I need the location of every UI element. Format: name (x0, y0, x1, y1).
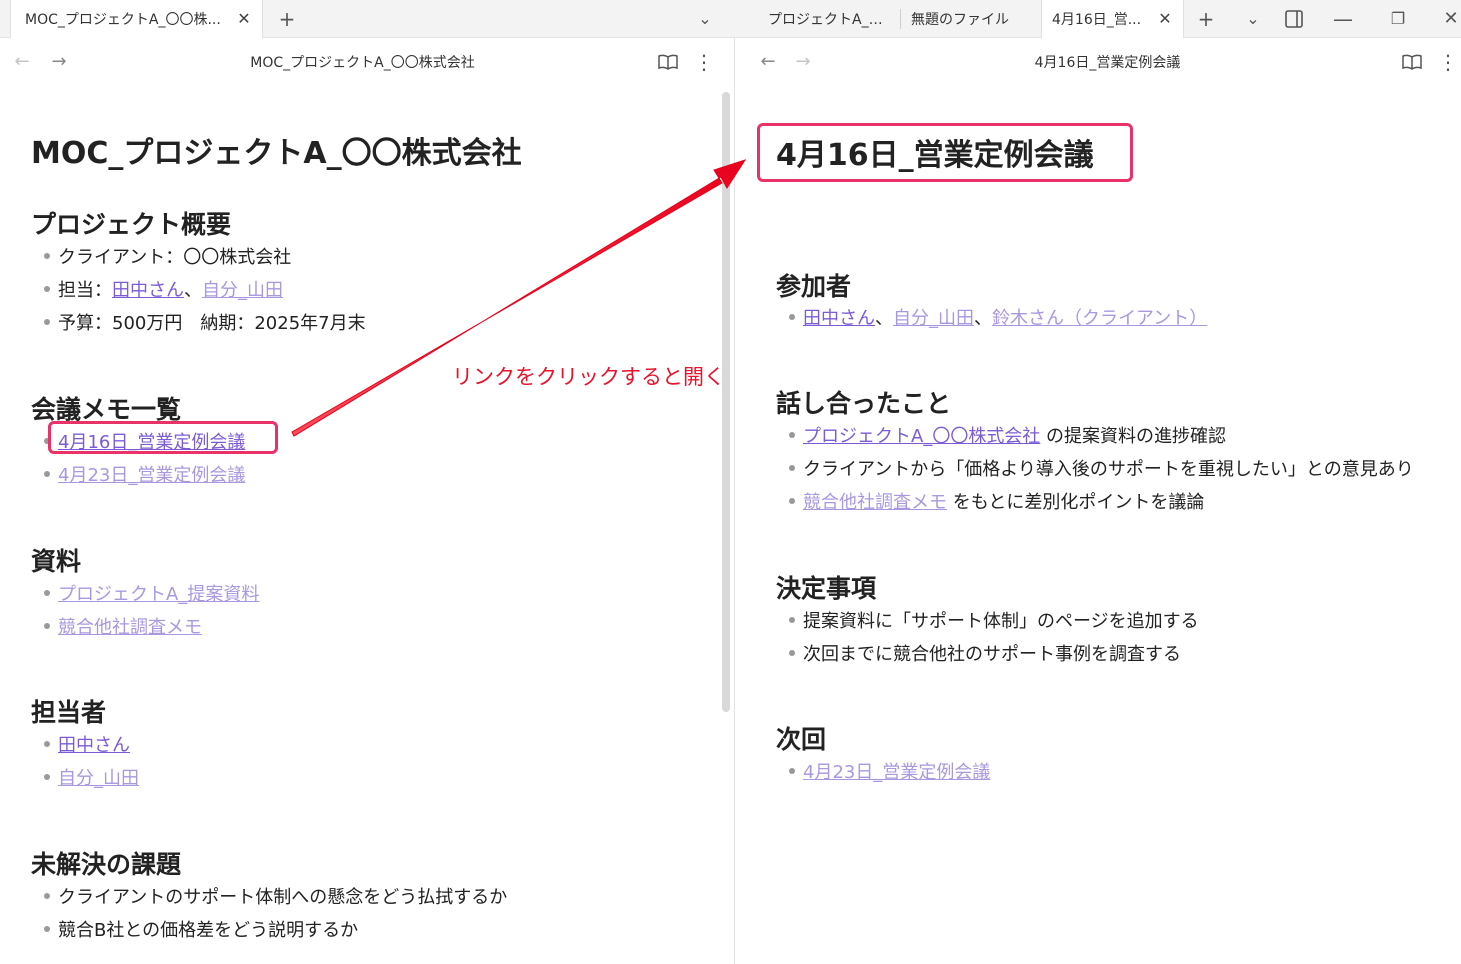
heading-next: 次回 (776, 725, 827, 754)
list-item: クライアントから「価格より導入後のサポートを重視したい」との意見あり (789, 455, 1414, 481)
heading-decisions: 決定事項 (776, 574, 877, 603)
link-moc-project[interactable]: プロジェクトA_〇〇株式会社 (803, 426, 1040, 447)
title-highlight-box (757, 123, 1133, 182)
link-competitor-memo[interactable]: 競合他社調査メモ (58, 617, 202, 638)
tab-separator (900, 9, 901, 29)
list-item: 競合B社との価格差をどう説明するか (44, 916, 358, 942)
link-highlight-box (48, 421, 278, 454)
annotation-text: リンクをクリックすると開く (452, 365, 725, 389)
more-options-icon[interactable]: ⋮ (1436, 50, 1460, 74)
heading-people: 担当者 (31, 698, 107, 727)
reading-view-icon[interactable] (656, 50, 680, 74)
tab-label: MOC_プロジェクトA_〇〇株... (25, 12, 221, 28)
pane-title: 4月16日_営業定例会議 (1034, 55, 1181, 71)
forward-arrow-icon[interactable]: → (47, 50, 71, 74)
heading-overview: プロジェクト概要 (31, 210, 232, 239)
list-item: 田中さん、自分_山田、鈴木さん（クライアント） (789, 304, 1207, 330)
link-tanaka[interactable]: 田中さん (803, 308, 875, 329)
heading-materials: 資料 (31, 547, 82, 576)
list-item: 競合他社調査メモ (44, 613, 202, 639)
link-tanaka[interactable]: 田中さん (112, 280, 184, 301)
list-item: 4月23日_営業定例会議 (789, 758, 990, 784)
forward-arrow-icon[interactable]: → (791, 50, 815, 74)
chevron-down-icon[interactable]: ⌄ (692, 6, 718, 32)
heading-discussed: 話し合ったこと (776, 389, 952, 418)
list-item: 自分_山田 (44, 764, 139, 790)
heading-attendees: 参加者 (776, 272, 852, 301)
list-item: プロジェクトA_提案資料 (44, 580, 259, 606)
back-arrow-icon[interactable]: ← (756, 50, 780, 74)
tab-label: 無題のファイル (911, 12, 1009, 28)
window-close-icon[interactable]: ✕ (1438, 6, 1461, 32)
minimize-icon[interactable]: — (1330, 6, 1356, 32)
list-item: プロジェクトA_〇〇株式会社 の提案資料の進捗確認 (789, 422, 1226, 448)
link-competitor-memo[interactable]: 競合他社調査メモ (803, 492, 947, 513)
list-item: 提案資料に「サポート体制」のページを追加する (789, 607, 1199, 633)
doc-title: MOC_プロジェクトA_〇〇株式会社 (31, 136, 522, 171)
link-yamada[interactable]: 自分_山田 (893, 308, 974, 329)
tab-label: 4月16日_営... (1052, 12, 1142, 28)
list-item: 次回までに競合他社のサポート事例を調査する (789, 640, 1181, 666)
back-arrow-icon[interactable]: ← (10, 50, 34, 74)
new-tab-icon[interactable]: + (274, 6, 300, 32)
tab-project-a[interactable]: プロジェクトA_〇... (760, 0, 895, 38)
more-options-icon[interactable]: ⋮ (692, 50, 716, 74)
tab-bar: MOC_プロジェクトA_〇〇株... ✕ + ⌄ プロジェクトA_〇... 無題… (0, 0, 1461, 38)
pane-divider[interactable] (734, 38, 735, 964)
link-meeting-0423[interactable]: 4月23日_営業定例会議 (58, 465, 245, 486)
link-tanaka[interactable]: 田中さん (58, 735, 130, 756)
link-yamada[interactable]: 自分_山田 (58, 768, 139, 789)
tab-moc-project[interactable]: MOC_プロジェクトA_〇〇株... ✕ (10, 0, 263, 38)
list-item: 4月23日_営業定例会議 (44, 461, 245, 487)
pane-title: MOC_プロジェクトA_〇〇株式会社 (250, 55, 475, 71)
tab-untitled-file[interactable]: 無題のファイル (903, 0, 1038, 38)
list-item: 担当：田中さん、自分_山田 (44, 276, 283, 302)
tab-label: プロジェクトA_〇... (768, 12, 895, 28)
tab-meeting-0416[interactable]: 4月16日_営... ✕ (1041, 0, 1184, 38)
reading-view-icon[interactable] (1400, 50, 1424, 74)
link-meeting-0423[interactable]: 4月23日_営業定例会議 (803, 762, 990, 783)
close-icon[interactable]: ✕ (234, 8, 254, 30)
link-proposal[interactable]: プロジェクトA_提案資料 (58, 584, 259, 605)
close-icon[interactable]: ✕ (1155, 8, 1175, 30)
sidebar-toggle-icon[interactable] (1281, 6, 1307, 32)
scrollbar[interactable] (722, 92, 730, 712)
list-item: 予算：500万円 納期：2025年7月末 (44, 309, 366, 335)
link-suzuki[interactable]: 鈴木さん（クライアント） (992, 308, 1207, 329)
restore-icon[interactable]: ❐ (1385, 6, 1411, 32)
chevron-down-icon[interactable]: ⌄ (1240, 6, 1266, 32)
list-item: 競合他社調査メモ をもとに差別化ポイントを議論 (789, 488, 1204, 514)
new-tab-icon[interactable]: + (1193, 6, 1219, 32)
heading-issues: 未解決の課題 (31, 850, 182, 879)
list-item: クライアント：〇〇株式会社 (44, 243, 291, 269)
link-yamada[interactable]: 自分_山田 (202, 280, 283, 301)
list-item: クライアントのサポート体制への懸念をどう払拭するか (44, 883, 507, 909)
list-item: 田中さん (44, 731, 130, 757)
